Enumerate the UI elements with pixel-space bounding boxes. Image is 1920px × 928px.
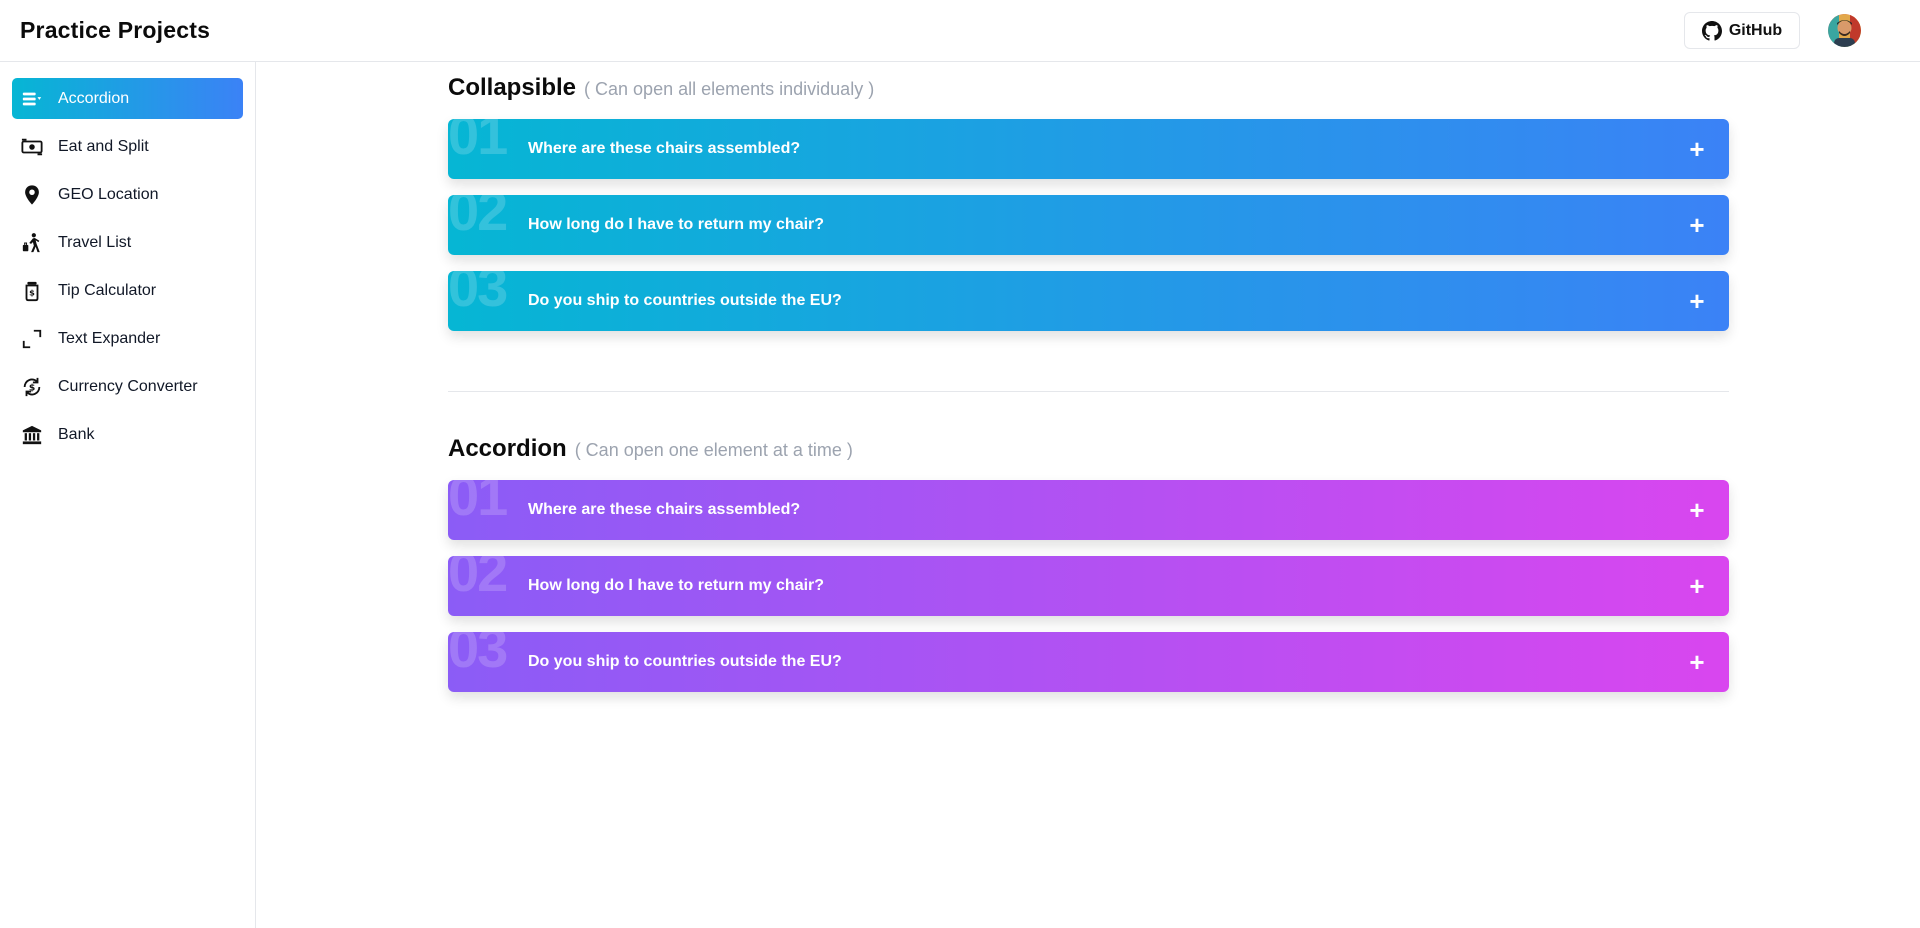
- section-divider: [448, 391, 1729, 392]
- sidebar-item-currency-converter[interactable]: $ Currency Converter: [12, 366, 243, 407]
- item-number: 03: [448, 271, 508, 318]
- sidebar-item-geo-location[interactable]: GEO Location: [12, 174, 243, 215]
- accordion-icon: [20, 87, 44, 111]
- user-avatar-icon: [1828, 14, 1861, 47]
- accordion-item-2[interactable]: 02 How long do I have to return my chair…: [448, 556, 1729, 616]
- plus-icon[interactable]: +: [1687, 212, 1707, 238]
- section-title: Accordion: [448, 435, 567, 462]
- item-question: Where are these chairs assembled?: [528, 501, 801, 518]
- plus-icon[interactable]: +: [1687, 649, 1707, 675]
- main-content: Collapsible ( Can open all elements indi…: [257, 62, 1920, 928]
- accordion-item-3[interactable]: 03 Do you ship to countries outside the …: [448, 632, 1729, 692]
- item-number: 01: [448, 119, 508, 166]
- sidebar-item-label: Tip Calculator: [58, 281, 157, 299]
- sidebar-item-text-expander[interactable]: Text Expander: [12, 318, 243, 359]
- svg-text:$: $: [29, 382, 35, 393]
- section-subtitle: ( Can open one element at a time ): [574, 440, 853, 460]
- avatar[interactable]: [1828, 14, 1861, 47]
- plus-icon[interactable]: +: [1687, 497, 1707, 523]
- github-label: GitHub: [1728, 21, 1783, 39]
- map-pin-icon: [20, 183, 44, 207]
- plus-icon[interactable]: +: [1687, 288, 1707, 314]
- sidebar-item-label: Travel List: [58, 233, 132, 251]
- item-question: Do you ship to countries outside the EU?: [528, 292, 842, 309]
- item-number: 01: [448, 480, 508, 527]
- sidebar-item-label: GEO Location: [58, 185, 159, 203]
- sidebar-item-tip-calculator[interactable]: $ Tip Calculator: [12, 270, 243, 311]
- sidebar-item-label: Currency Converter: [58, 377, 198, 395]
- item-number: 02: [448, 195, 508, 242]
- accordion-item-1[interactable]: 01 Where are these chairs assembled? +: [448, 480, 1729, 540]
- item-question: Where are these chairs assembled?: [528, 140, 801, 157]
- bank-icon: [20, 423, 44, 447]
- money-icon: [20, 135, 44, 159]
- github-button[interactable]: GitHub: [1684, 12, 1800, 49]
- collapsible-heading: Collapsible ( Can open all elements indi…: [448, 74, 874, 102]
- tip-jar-icon: $: [20, 279, 44, 303]
- sidebar-item-bank[interactable]: Bank: [12, 414, 243, 455]
- github-icon: [1701, 20, 1722, 41]
- sidebar: Accordion Eat and Split GEO Location Tra…: [0, 62, 256, 928]
- section-subtitle: ( Can open all elements individualy ): [584, 79, 875, 99]
- sidebar-item-label: Accordion: [58, 89, 130, 107]
- collapsible-item-3[interactable]: 03 Do you ship to countries outside the …: [448, 271, 1729, 331]
- top-bar: Practice Projects GitHub: [0, 0, 1920, 62]
- sidebar-item-label: Bank: [58, 425, 95, 443]
- collapsible-item-1[interactable]: 01 Where are these chairs assembled? +: [448, 119, 1729, 179]
- sidebar-item-eat-and-split[interactable]: Eat and Split: [12, 126, 243, 167]
- sidebar-item-travel-list[interactable]: Travel List: [12, 222, 243, 263]
- collapsible-item-2[interactable]: 02 How long do I have to return my chair…: [448, 195, 1729, 255]
- expand-icon: [20, 327, 44, 351]
- item-question: How long do I have to return my chair?: [528, 216, 825, 233]
- sidebar-item-accordion[interactable]: Accordion: [12, 78, 243, 119]
- item-question: How long do I have to return my chair?: [528, 577, 825, 594]
- plus-icon[interactable]: +: [1687, 136, 1707, 162]
- sidebar-item-label: Eat and Split: [58, 137, 149, 155]
- plus-icon[interactable]: +: [1687, 573, 1707, 599]
- section-title: Collapsible: [448, 74, 577, 101]
- item-number: 03: [448, 632, 508, 679]
- svg-text:$: $: [29, 287, 35, 297]
- traveler-icon: [20, 231, 44, 255]
- item-question: Do you ship to countries outside the EU?: [528, 653, 842, 670]
- currency-exchange-icon: $: [20, 375, 44, 399]
- app-title: Practice Projects: [20, 17, 211, 43]
- sidebar-item-label: Text Expander: [58, 329, 161, 347]
- accordion-heading: Accordion ( Can open one element at a ti…: [448, 435, 853, 463]
- item-number: 02: [448, 556, 508, 603]
